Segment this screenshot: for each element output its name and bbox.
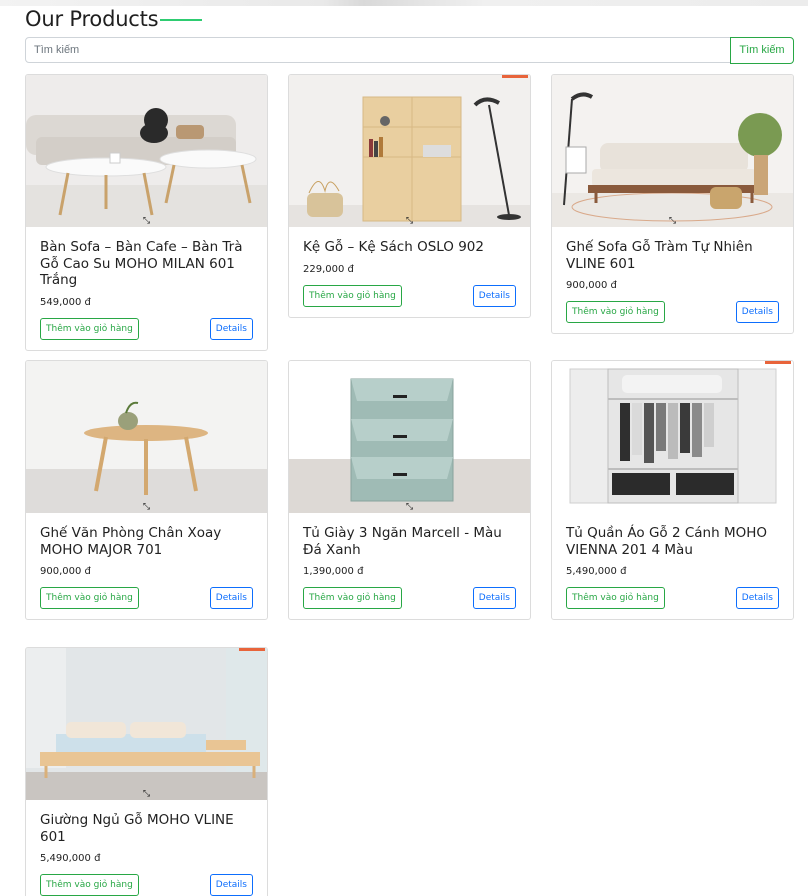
product-name: Ghế Văn Phòng Chân Xoay MOHO MAJOR 701 — [40, 525, 222, 558]
product-card: ⤡ Ghế Văn Phòng Chân Xoay MOHO MAJOR 701… — [25, 360, 268, 620]
search-input[interactable] — [25, 37, 731, 63]
product-price: 549,000 đ — [40, 296, 91, 308]
add-to-cart-button[interactable]: Thêm vào giỏ hàng — [566, 587, 665, 609]
add-to-cart-button[interactable]: Thêm vào giỏ hàng — [566, 301, 665, 323]
product-card: ⤡ Bàn Sofa – Bàn Cafe – Bàn Trà Gỗ Cao S… — [25, 74, 268, 351]
product-price: 5,490,000 đ — [40, 853, 101, 864]
expand-arrows-icon: ⤡ — [668, 215, 677, 225]
coffee-table-image[interactable]: ⤡ — [26, 75, 267, 227]
details-button[interactable]: Details — [209, 317, 253, 340]
search-bar: Tìm kiếm — [25, 36, 794, 64]
product-card: ⤡ Tủ Giày 3 Ngăn Marcell - Màu Đá Xanh 1… — [288, 360, 531, 620]
corner-badge — [502, 75, 528, 78]
expand-arrows-icon: ⤡ — [142, 788, 151, 798]
bookshelf-image[interactable]: ⤡ — [289, 75, 530, 227]
product-card: ⤡ Ghế Sofa Gỗ Tràm Tự Nhiên VLINE 601 90… — [551, 74, 794, 334]
shoe-cabinet-image[interactable]: ⤡ — [289, 361, 530, 513]
expand-arrows-icon: ⤡ — [142, 501, 151, 511]
product-card: Tủ Quần Áo Gỗ 2 Cánh MOHO VIENNA 201 4 M… — [551, 360, 794, 620]
product-price: 5,490,000 đ — [566, 566, 627, 577]
product-name: Bàn Sofa – Bàn Cafe – Bàn Trà Gỗ Cao Su … — [40, 239, 243, 288]
expand-arrows-icon: ⤡ — [142, 215, 151, 225]
title-underline — [160, 19, 203, 21]
product-name: Giường Ngủ Gỗ MOHO VLINE 601 — [40, 812, 234, 845]
details-button[interactable]: Details — [209, 874, 253, 896]
add-to-cart-button[interactable]: Thêm vào giỏ hàng — [40, 874, 139, 896]
product-price: 900,000 đ — [40, 566, 91, 577]
product-name: Kệ Gỗ – Kệ Sách OSLO 902 — [303, 239, 484, 255]
corner-badge — [765, 361, 791, 364]
product-name: Tủ Quần Áo Gỗ 2 Cánh MOHO VIENNA 201 4 M… — [566, 525, 767, 558]
search-button[interactable]: Tìm kiếm — [730, 36, 794, 64]
product-price: 900,000 đ — [566, 280, 617, 291]
details-button[interactable]: Details — [472, 587, 516, 609]
details-button[interactable]: Details — [735, 587, 779, 609]
product-name: Tủ Giày 3 Ngăn Marcell - Màu Đá Xanh — [303, 525, 502, 558]
details-button[interactable]: Details — [472, 284, 516, 307]
expand-arrows-icon: ⤡ — [405, 501, 414, 511]
wardrobe-image[interactable] — [552, 361, 793, 513]
page-header: Our Products — [25, 6, 203, 32]
add-to-cart-button[interactable]: Thêm vào giỏ hàng — [40, 317, 139, 340]
product-price: 1,390,000 đ — [303, 566, 364, 577]
details-button[interactable]: Details — [209, 587, 253, 609]
add-to-cart-button[interactable]: Thêm vào giỏ hàng — [40, 587, 139, 609]
sofa-image[interactable]: ⤡ — [552, 75, 793, 227]
add-to-cart-button[interactable]: Thêm vào giỏ hàng — [303, 284, 402, 307]
product-price: 229,000 đ — [303, 263, 354, 275]
add-to-cart-button[interactable]: Thêm vào giỏ hàng — [303, 587, 402, 609]
bed-image[interactable]: ⤡ — [26, 648, 267, 800]
product-card: ⤡ Giường Ngủ Gỗ MOHO VLINE 601 5,490,000… — [25, 647, 268, 896]
details-button[interactable]: Details — [735, 301, 779, 323]
corner-badge — [239, 648, 265, 651]
round-table-image[interactable]: ⤡ — [26, 361, 267, 513]
product-card: ⤡ Kệ Gỗ – Kệ Sách OSLO 902 229,000 đ Thê… — [288, 74, 531, 318]
page-title: Our Products — [25, 7, 159, 31]
expand-arrows-icon: ⤡ — [405, 215, 414, 225]
product-name: Ghế Sofa Gỗ Tràm Tự Nhiên VLINE 601 — [566, 239, 753, 272]
